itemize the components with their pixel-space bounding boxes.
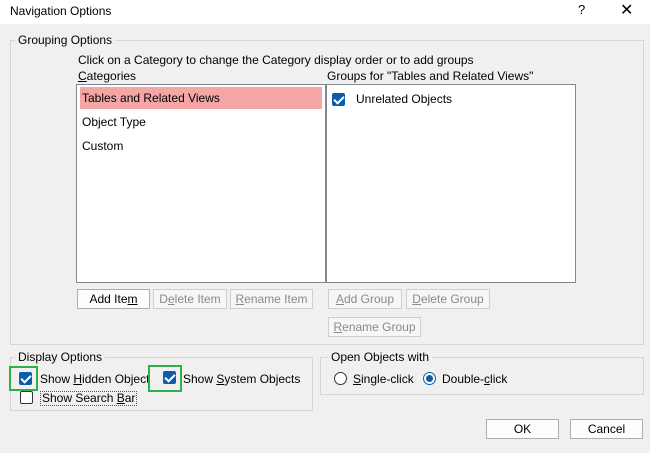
double-click-radio[interactable] [423,372,436,385]
grouping-options-legend: Grouping Options [15,33,116,47]
rename-group-button[interactable]: Rename Group [328,317,421,337]
show-hidden-label: Show Hidden Object [40,372,150,386]
dialog-title: Navigation Options [10,4,112,18]
rename-item-button[interactable]: Rename Item [230,289,313,309]
cancel-button[interactable]: Cancel [570,419,643,439]
close-icon[interactable]: ✕ [620,0,633,20]
show-system-label: Show System Objects [183,372,301,386]
add-group-button[interactable]: Add Group [328,289,402,309]
category-item[interactable]: Custom [80,135,322,157]
group-item-label: Unrelated Objects [356,92,453,106]
display-options-legend: Display Options [15,350,106,364]
open-objects-legend: Open Objects with [328,350,433,364]
grouping-instruction: Click on a Category to change the Catego… [78,53,474,67]
categories-list[interactable]: Tables and Related Views Object Type Cus… [76,84,326,283]
ok-button[interactable]: OK [486,419,559,439]
double-click-label: Double-click [442,372,508,386]
help-icon[interactable]: ? [578,2,585,17]
groups-list[interactable]: Unrelated Objects [326,84,576,283]
unrelated-objects-checkbox[interactable] [332,93,345,106]
add-item-button[interactable]: Add Item [77,289,150,309]
groups-label: Groups for "Tables and Related Views" [327,69,534,83]
show-search-checkbox[interactable] [20,391,33,404]
categories-label: Categories [78,69,137,83]
show-system-checkbox[interactable] [163,371,176,384]
single-click-radio[interactable] [334,372,347,385]
show-hidden-checkbox[interactable] [19,372,32,385]
category-item[interactable]: Object Type [80,111,322,133]
show-search-label: Show Search Bar [40,391,138,406]
delete-item-button[interactable]: Delete Item [153,289,227,309]
single-click-label: Single-click [353,372,414,386]
delete-group-button[interactable]: Delete Group [406,289,490,309]
category-item[interactable]: Tables and Related Views [80,87,322,109]
